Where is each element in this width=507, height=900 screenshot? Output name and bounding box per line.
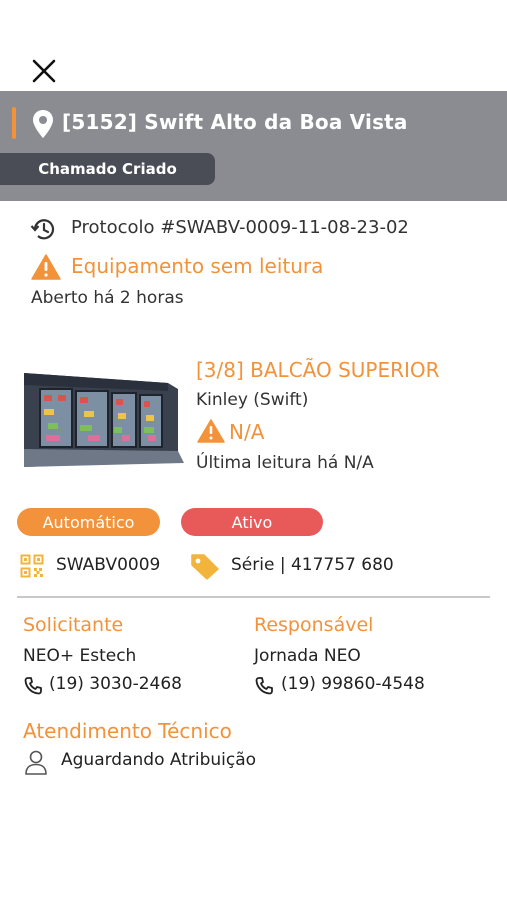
phone-icon [254,676,274,696]
close-button[interactable] [30,57,58,85]
equipment-brand: Kinley (Swift) [196,390,309,410]
location-pin-icon [32,109,54,139]
mode-badge: Automático [17,508,160,536]
requester-heading: Solicitante [23,614,124,636]
user-icon [24,749,48,775]
close-icon [32,59,56,83]
responsible-heading: Responsável [254,614,374,636]
warning-message: Equipamento sem leitura [71,254,324,278]
opened-time: Aberto há 2 horas [31,288,184,308]
equipment-reading: N/A [229,420,265,444]
responsible-name: Jornada NEO [254,646,361,666]
store-title: [5152] Swift Alto da Boa Vista [62,110,408,134]
serial-number: Série | 417757 680 [231,555,394,575]
status-chip: Chamado Criado [0,153,215,185]
history-icon [30,216,56,242]
warning-icon [197,419,225,443]
last-reading: Última leitura há N/A [196,453,374,473]
technician-status: Aguardando Atribuição [61,750,257,770]
section-divider [17,596,490,598]
requester-name: NEO+ Estech [23,646,137,666]
phone-icon [23,676,43,696]
equipment-image [18,363,184,471]
responsible-phone[interactable]: (19) 99860-4548 [281,674,425,694]
protocol-number: Protocolo #SWABV-0009-11-08-23-02 [71,217,409,238]
equipment-code: SWABV0009 [56,555,161,575]
equipment-title: [3/8] BALCÃO SUPERIOR [196,358,440,382]
requester-phone[interactable]: (19) 3030-2468 [49,674,182,694]
tag-icon [190,552,220,580]
qr-code-icon [20,554,44,578]
header-accent-bar [12,107,16,139]
status-badge: Ativo [181,508,323,536]
warning-icon [31,254,61,280]
technical-heading: Atendimento Técnico [23,719,232,743]
